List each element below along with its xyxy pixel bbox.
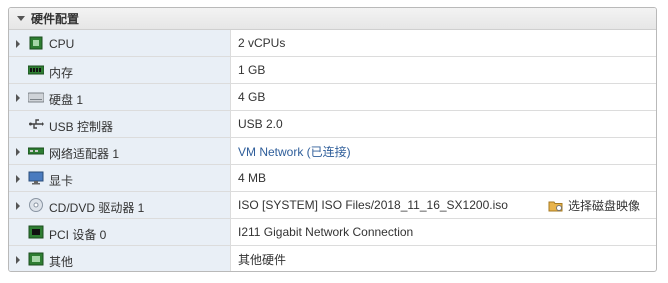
row-label-cell: CD/DVD 驱动器 1 <box>9 192 231 218</box>
row-value: 4 MB <box>238 171 267 185</box>
other-hardware-icon <box>28 252 44 266</box>
cd-dvd-icon <box>29 198 43 212</box>
row-label: USB 控制器 <box>49 120 114 134</box>
row-label: CD/DVD 驱动器 1 <box>49 201 145 215</box>
network-adapter-icon <box>28 147 44 155</box>
row-label: 其他 <box>49 255 74 269</box>
row-value: 其他硬件 <box>238 253 287 267</box>
expand-arrow-icon[interactable] <box>16 175 20 183</box>
hard-disk-icon <box>28 92 44 103</box>
row-label-cell: 硬盘 1 <box>9 84 231 110</box>
row-value: I211 Gigabit Network Connection <box>238 225 414 239</box>
row-value-cell: VM Network (已连接) <box>231 138 656 164</box>
row-value-cell: 其他硬件 <box>231 246 656 271</box>
row-value-cell: I211 Gigabit Network Connection <box>231 219 656 245</box>
hardware-row-memory: 内存 1 GB <box>9 57 656 84</box>
expand-arrow-icon[interactable] <box>16 202 20 210</box>
hardware-row-usb-controller: USB 控制器 USB 2.0 <box>9 111 656 138</box>
row-label: 硬盘 1 <box>49 93 84 107</box>
row-label-cell: 显卡 <box>9 165 231 191</box>
hardware-row-network-adapter-1: 网络适配器 1 VM Network (已连接) <box>9 138 656 165</box>
hardware-row-pci-device-0: PCI 设备 0 I211 Gigabit Network Connection <box>9 219 656 246</box>
row-label: CPU <box>49 37 75 51</box>
row-value-cell: USB 2.0 <box>231 111 656 137</box>
row-value-cell: 1 GB <box>231 57 656 83</box>
row-label-cell: 网络适配器 1 <box>9 138 231 164</box>
cpu-icon <box>29 36 43 50</box>
row-label: PCI 设备 0 <box>49 228 107 242</box>
usb-icon <box>29 119 44 129</box>
expand-arrow-icon[interactable] <box>16 94 20 102</box>
row-label-cell: USB 控制器 <box>9 111 231 137</box>
row-label: 内存 <box>49 66 74 80</box>
row-label-cell: CPU <box>9 30 231 56</box>
expand-arrow-icon[interactable] <box>16 148 20 156</box>
hardware-row-cpu: CPU 2 vCPUs <box>9 30 656 57</box>
row-value: 1 GB <box>238 63 266 77</box>
network-link[interactable]: VM Network (已连接) <box>238 143 351 160</box>
hardware-row-video-card: 显卡 4 MB <box>9 165 656 192</box>
row-label-cell: 内存 <box>9 57 231 83</box>
section-header[interactable]: 硬件配置 <box>9 8 656 30</box>
hardware-row-cd-dvd-drive-1: CD/DVD 驱动器 1 ISO [SYSTEM] ISO Files/2018… <box>9 192 656 219</box>
expand-arrow-icon[interactable] <box>16 256 20 264</box>
select-disk-image-button[interactable]: 选择磁盘映像 <box>548 197 640 214</box>
row-label-cell: 其他 <box>9 246 231 271</box>
collapse-caret-icon[interactable] <box>17 16 25 21</box>
section-title: 硬件配置 <box>31 12 80 26</box>
row-label: 显卡 <box>49 174 74 188</box>
monitor-icon <box>28 171 44 185</box>
row-value: ISO [SYSTEM] ISO Files/2018_11_16_SX1200… <box>238 198 508 212</box>
row-value: 4 GB <box>238 90 266 104</box>
row-value-cell: ISO [SYSTEM] ISO Files/2018_11_16_SX1200… <box>231 192 656 218</box>
row-value-cell: 4 MB <box>231 165 656 191</box>
hardware-row-hard-disk-1: 硬盘 1 4 GB <box>9 84 656 111</box>
memory-icon <box>28 65 44 75</box>
row-label-cell: PCI 设备 0 <box>9 219 231 245</box>
hardware-row-other: 其他 其他硬件 <box>9 246 656 271</box>
select-disk-image-label: 选择磁盘映像 <box>568 199 641 213</box>
row-label: 网络适配器 1 <box>49 147 120 161</box>
expand-arrow-icon[interactable] <box>16 40 20 48</box>
row-value: USB 2.0 <box>238 117 283 131</box>
row-value-cell: 4 GB <box>231 84 656 110</box>
row-value-cell: 2 vCPUs <box>231 30 656 56</box>
hardware-config-panel: 硬件配置 CPU 2 vCPUs 内存 1 GB 硬盘 1 4 GB USB 控… <box>8 7 657 272</box>
row-value: 2 vCPUs <box>238 36 286 50</box>
folder-open-icon <box>548 201 563 211</box>
pci-device-icon <box>28 225 44 239</box>
